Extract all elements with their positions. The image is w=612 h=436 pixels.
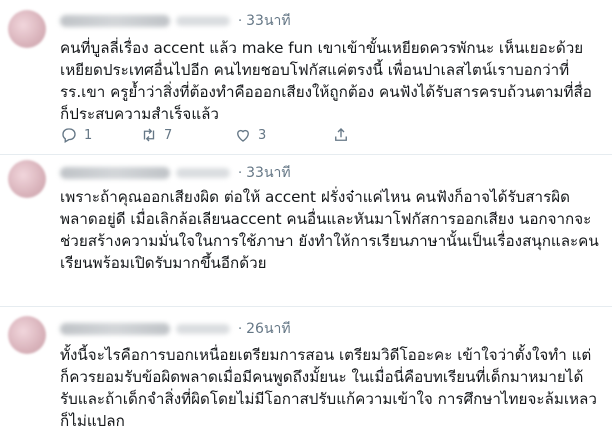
avatar[interactable]: [8, 10, 46, 48]
user-name-redacted[interactable]: [60, 167, 170, 179]
tweet-header: · 26นาที: [60, 320, 291, 338]
reply-button[interactable]: 1: [60, 126, 140, 144]
user-handle-redacted: [176, 168, 230, 178]
user-handle-redacted: [176, 324, 230, 334]
tweet-text: ทั้งนี้จะไรคือการบอกเหนื่อยเตรียมการสอน …: [60, 346, 597, 430]
retweet-button[interactable]: 7: [140, 126, 234, 144]
tweet-timestamp[interactable]: 33นาที: [246, 10, 290, 32]
tweet-text: คนที่บูลลี่เรื่อง accent แล้ว make fun เ…: [60, 39, 592, 123]
tweet-header: · 33นาที: [60, 164, 291, 182]
share-button[interactable]: [332, 126, 350, 144]
avatar[interactable]: [8, 160, 46, 198]
user-handle-redacted: [176, 16, 230, 26]
tweet-timestamp[interactable]: 26นาที: [246, 318, 290, 340]
retweet-count: 7: [164, 127, 173, 143]
retweet-icon: [143, 128, 155, 142]
like-count: 3: [258, 127, 267, 143]
reply-icon: [62, 128, 76, 143]
user-name-redacted[interactable]: [60, 15, 170, 27]
tweet-timestamp[interactable]: 33นาที: [246, 162, 290, 184]
tweet-header: · 33นาที: [60, 12, 291, 30]
tweet-actions: 1 7 3: [60, 126, 350, 144]
like-icon: [237, 129, 249, 142]
tweet-divider: [0, 154, 612, 155]
tweet-text: เพราะถ้าคุณออกเสียงผิด ต่อให้ accent ฝรั…: [60, 188, 599, 272]
share-icon: [335, 128, 347, 141]
user-name-redacted[interactable]: [60, 323, 170, 335]
reply-count: 1: [84, 127, 93, 143]
tweet-divider: [0, 306, 612, 307]
like-button[interactable]: 3: [234, 126, 332, 144]
avatar[interactable]: [8, 316, 46, 354]
